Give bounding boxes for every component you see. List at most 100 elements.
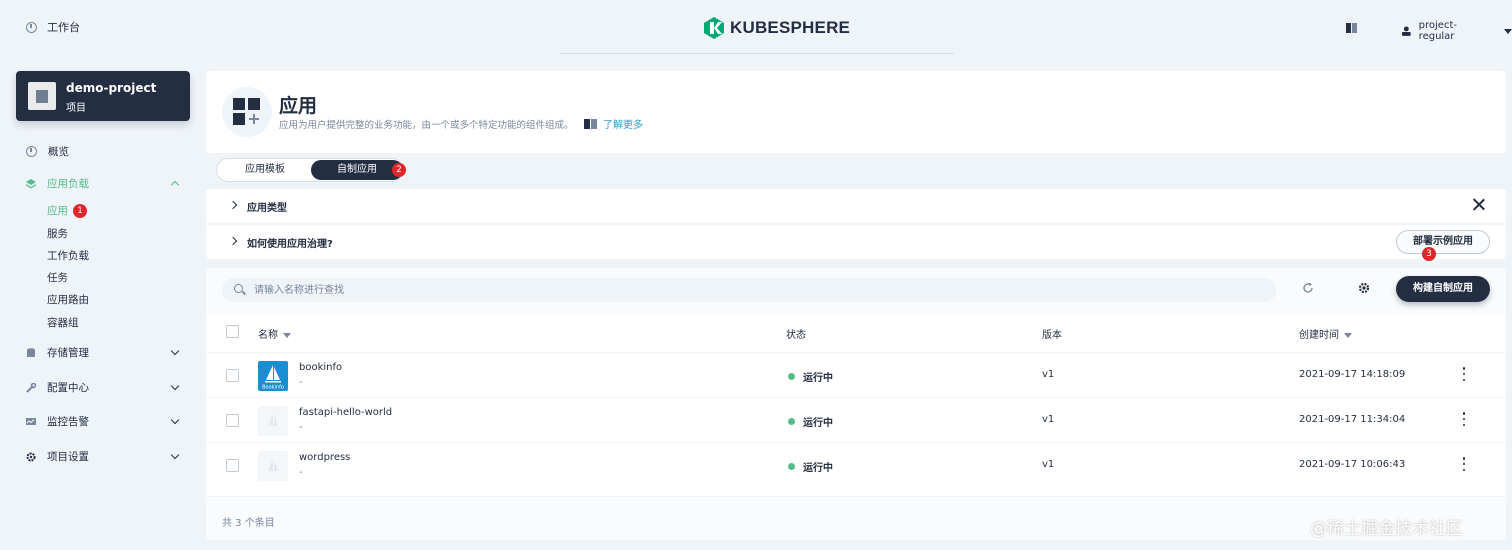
top-bar: 工作台 KUBESPHERE project-regular bbox=[0, 0, 1512, 56]
sidebar-item-overview[interactable]: 概览 bbox=[26, 144, 180, 159]
more-actions-icon[interactable] bbox=[1462, 457, 1466, 471]
sidebar-item-label: 存储管理 bbox=[47, 347, 89, 359]
more-actions-icon[interactable] bbox=[1462, 367, 1466, 381]
sidebar-item-label: 应用负载 bbox=[47, 178, 89, 190]
project-icon bbox=[28, 82, 56, 110]
status-badge: 运行中 bbox=[788, 369, 833, 384]
app-type-tabs: 应用模板 自制应用 bbox=[216, 158, 404, 182]
documentation-icon[interactable] bbox=[1346, 23, 1357, 33]
tab-app-templates[interactable]: 应用模板 bbox=[219, 160, 311, 180]
user-icon bbox=[1402, 26, 1411, 36]
settings-gear-icon[interactable] bbox=[1358, 282, 1370, 294]
refresh-icon[interactable] bbox=[1302, 282, 1314, 294]
sort-icon bbox=[1344, 332, 1352, 338]
banner-label: 如何使用应用治理? bbox=[247, 238, 333, 250]
learn-more-label: 了解更多 bbox=[603, 120, 643, 131]
status-badge: 运行中 bbox=[788, 414, 833, 429]
kubesphere-logo[interactable]: KUBESPHERE bbox=[704, 17, 850, 39]
app-version: v1 bbox=[1042, 414, 1055, 425]
select-all-checkbox[interactable] bbox=[226, 325, 239, 338]
deploy-sample-app-button[interactable]: 部署示例应用 bbox=[1396, 230, 1490, 254]
sidebar-group-workloads[interactable]: 应用负载 bbox=[26, 176, 180, 191]
status-label: 运行中 bbox=[803, 373, 833, 384]
column-label: 名称 bbox=[258, 330, 278, 341]
chevron-right-icon bbox=[228, 200, 238, 210]
chevron-down-icon bbox=[170, 450, 180, 460]
gear-icon bbox=[26, 452, 36, 461]
chevron-down-icon bbox=[170, 381, 180, 391]
sidebar-item-label: 配置中心 bbox=[47, 382, 89, 394]
row-checkbox[interactable] bbox=[226, 414, 239, 427]
governance-banner[interactable]: 如何使用应用治理? bbox=[206, 225, 1506, 259]
monitor-icon bbox=[26, 417, 36, 425]
apps-table-card: 构建自制应用 名称 状态 版本 创建时间 Bookinfo bookinfo -… bbox=[206, 268, 1506, 540]
sidebar-group-monitoring[interactable]: 监控告警 bbox=[26, 414, 180, 429]
search-input[interactable] bbox=[254, 281, 1154, 299]
column-label: 创建时间 bbox=[1299, 330, 1339, 341]
row-checkbox[interactable] bbox=[226, 369, 239, 382]
workbench-label: 工作台 bbox=[47, 21, 80, 34]
chevron-right-icon bbox=[228, 236, 238, 246]
kubesphere-logo-icon bbox=[704, 17, 724, 39]
app-name[interactable]: wordpress bbox=[299, 452, 350, 463]
create-custom-app-button[interactable]: 构建自制应用 bbox=[1396, 276, 1490, 302]
app-name[interactable]: fastapi-hello-world bbox=[299, 407, 392, 418]
overview-icon bbox=[26, 146, 37, 157]
default-app-icon bbox=[258, 406, 288, 436]
app-description: - bbox=[299, 422, 303, 433]
sidebar-item-label: 项目设置 bbox=[47, 451, 89, 463]
user-menu[interactable]: project-regular bbox=[1402, 20, 1512, 42]
sidebar-item-pods[interactable]: 容器组 bbox=[47, 315, 79, 330]
learn-more-link[interactable]: 了解更多 bbox=[584, 116, 643, 131]
status-label: 运行中 bbox=[803, 463, 833, 474]
project-card[interactable]: demo-project 项目 bbox=[16, 71, 190, 121]
sidebar-group-config[interactable]: 配置中心 bbox=[26, 380, 180, 395]
sidebar-item-routes[interactable]: 应用路由 bbox=[47, 292, 89, 307]
sidebar-item-apps[interactable]: 应用 1 bbox=[47, 203, 87, 218]
table-row[interactable]: Bookinfo bookinfo - 运行中 v1 2021-09-17 14… bbox=[206, 352, 1506, 397]
app-created-time: 2021-09-17 10:06:43 bbox=[1299, 459, 1406, 470]
table-row[interactable]: fastapi-hello-world - 运行中 v1 2021-09-17 … bbox=[206, 397, 1506, 442]
sidebar-group-settings[interactable]: 项目设置 bbox=[26, 449, 180, 464]
app-types-banner[interactable]: 应用类型 bbox=[206, 189, 1506, 223]
total-count: 共 3 个条目 bbox=[222, 518, 275, 529]
sidebar-item-label: 概览 bbox=[48, 146, 69, 158]
status-badge: 运行中 bbox=[788, 459, 833, 474]
column-name[interactable]: 名称 bbox=[258, 326, 291, 341]
book-icon bbox=[584, 118, 597, 129]
sidebar-item-jobs[interactable]: 任务 bbox=[47, 270, 68, 285]
sidebar-item-services[interactable]: 服务 bbox=[47, 226, 68, 241]
sort-icon bbox=[283, 332, 291, 338]
app-created-time: 2021-09-17 14:18:09 bbox=[1299, 369, 1406, 380]
page-description: 应用为用户提供完整的业务功能，由一个或多个特定功能的组件组成。 bbox=[279, 120, 574, 131]
chevron-down-icon bbox=[170, 415, 180, 425]
status-dot bbox=[788, 373, 795, 380]
column-created[interactable]: 创建时间 bbox=[1299, 326, 1352, 341]
sidebar-item-label: 监控告警 bbox=[47, 416, 89, 428]
project-type: 项目 bbox=[66, 103, 86, 114]
logo-text: KUBESPHERE bbox=[730, 18, 851, 37]
layers-icon bbox=[26, 178, 36, 188]
search-icon bbox=[234, 284, 243, 293]
page-header: 应用 应用为用户提供完整的业务功能，由一个或多个特定功能的组件组成。 了解更多 bbox=[206, 71, 1506, 153]
tab-custom-apps[interactable]: 自制应用 bbox=[311, 160, 403, 180]
table-row[interactable]: wordpress - 运行中 v1 2021-09-17 10:06:43 bbox=[206, 442, 1506, 487]
project-name: demo-project bbox=[66, 81, 157, 95]
chevron-up-icon bbox=[170, 180, 180, 190]
storage-icon bbox=[27, 347, 35, 357]
banner-label: 应用类型 bbox=[247, 202, 287, 214]
sidebar-item-label: 应用 bbox=[47, 205, 68, 217]
column-status: 状态 bbox=[786, 330, 806, 341]
sidebar-item-workloads[interactable]: 工作负载 bbox=[47, 248, 89, 263]
app-name[interactable]: bookinfo bbox=[299, 362, 342, 373]
chevron-down-icon bbox=[170, 346, 180, 356]
workbench-link[interactable]: 工作台 bbox=[26, 19, 80, 35]
app-created-time: 2021-09-17 11:34:04 bbox=[1299, 414, 1406, 425]
username: project-regular bbox=[1418, 20, 1457, 42]
more-actions-icon[interactable] bbox=[1462, 412, 1466, 426]
close-icon[interactable] bbox=[1472, 198, 1486, 212]
sidebar-group-storage[interactable]: 存储管理 bbox=[26, 345, 180, 360]
top-divider bbox=[560, 53, 954, 54]
row-checkbox[interactable] bbox=[226, 459, 239, 472]
search-bar[interactable] bbox=[222, 278, 1276, 302]
